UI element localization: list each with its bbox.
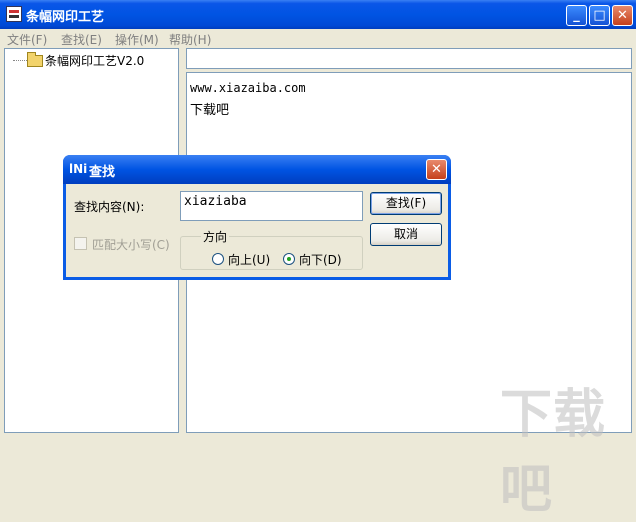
window-titlebar[interactable]: 条幅网印工艺 _ □ ✕: [0, 0, 636, 29]
direction-legend: 方向: [201, 228, 230, 245]
dialog-titlebar[interactable]: lNi 查找 ✕: [63, 155, 451, 184]
watermark-logo: 下载吧: [500, 385, 607, 520]
menu-help[interactable]: 帮助(H): [169, 31, 211, 48]
find-label: 查找内容(N):: [74, 200, 145, 214]
menu-file[interactable]: 文件(F): [7, 31, 47, 48]
direction-up-radio[interactable]: [212, 253, 224, 265]
dialog-body: 查找内容(N): xiaziaba 查找(F) 取消 匹配大小写(C) 方向 向…: [66, 184, 448, 277]
content-line-text: 下载吧: [190, 103, 230, 118]
direction-down-label: 向下(D): [299, 253, 342, 267]
match-case-checkbox[interactable]: [74, 237, 87, 250]
window-title: 条幅网印工艺: [26, 10, 105, 25]
direction-up-label: 向上(U): [228, 253, 271, 267]
menu-operate[interactable]: 操作(M): [115, 31, 159, 48]
find-input[interactable]: xiaziaba: [180, 191, 363, 221]
tree-root-item[interactable]: 条幅网印工艺V2.0: [45, 52, 144, 69]
app-icon: [6, 6, 22, 22]
direction-down-radio[interactable]: [283, 253, 295, 265]
find-button[interactable]: 查找(F): [370, 192, 442, 215]
cancel-button[interactable]: 取消: [370, 223, 442, 246]
dialog-close-button[interactable]: ✕: [426, 159, 447, 180]
find-dialog: lNi 查找 ✕ 查找内容(N): xiaziaba 查找(F) 取消 匹配大小…: [63, 155, 451, 280]
minimize-button[interactable]: _: [566, 5, 587, 26]
dialog-app-icon: lNi: [69, 162, 88, 176]
content-line-url: www.xiazaiba.com: [190, 81, 306, 95]
menu-bar: 文件(F) 查找(E) 操作(M) 帮助(H): [0, 29, 636, 47]
close-button[interactable]: ✕: [612, 5, 633, 26]
radio-selected-dot: [287, 257, 291, 261]
dialog-title: 查找: [89, 165, 116, 180]
match-case-label: 匹配大小写(C): [92, 238, 170, 252]
menu-find[interactable]: 查找(E): [61, 31, 102, 48]
maximize-button[interactable]: □: [589, 5, 610, 26]
path-field[interactable]: [186, 48, 632, 69]
folder-icon: [27, 52, 43, 67]
